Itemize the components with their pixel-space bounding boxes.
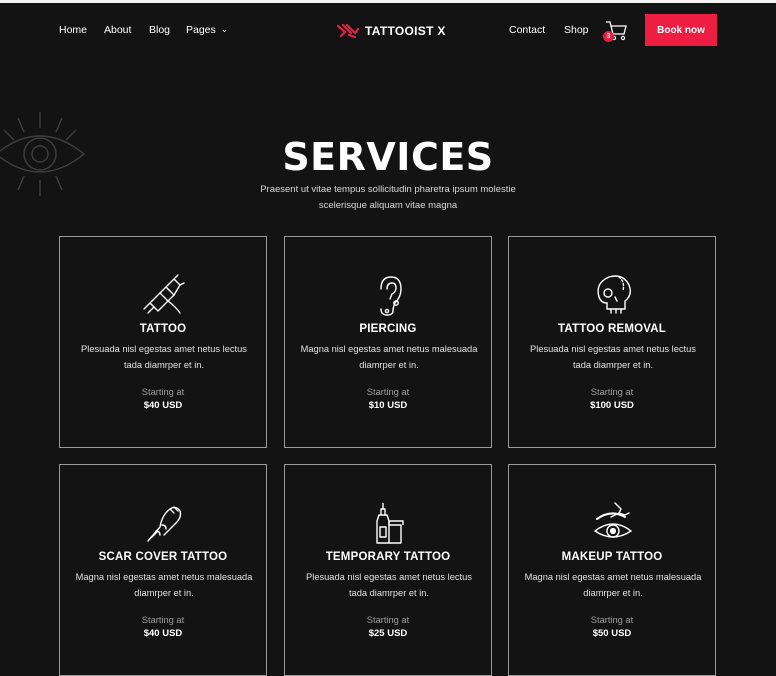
nav-pages-label: Pages: [186, 24, 216, 36]
eyebrow-eye-icon: [593, 502, 633, 538]
price-label: Starting at: [366, 387, 410, 397]
service-description: Magna nisl egestas amet netus malesuada …: [75, 572, 253, 598]
service-description: Plesuada nisl egestas amet netus lectus …: [306, 572, 472, 598]
brand-logo[interactable]: TATTOOIST X: [337, 23, 446, 39]
nav-shop-link[interactable]: Shop: [564, 24, 589, 36]
service-card-scar-cover-tattoo[interactable]: SCAR COVER TATTOO Magna nisl egestas ame…: [59, 464, 267, 676]
service-description: Plesuada nisl egestas amet netus lectus …: [81, 344, 247, 370]
service-name: SCAR COVER TATTOO: [98, 551, 228, 563]
tattoo-machine-icon: [143, 274, 185, 314]
ear-piercing-icon: [380, 276, 402, 316]
nav-contact-link[interactable]: Contact: [509, 24, 545, 36]
cart-count-badge: 3: [603, 31, 614, 42]
service-price: $10 USD: [368, 400, 408, 411]
service-price: $40 USD: [143, 400, 183, 411]
tattoo-logo-icon: [337, 23, 359, 39]
nav-home-link[interactable]: Home: [59, 24, 87, 36]
service-card-temporary-tattoo[interactable]: TEMPORARY TATTOO Plesuada nisl egestas a…: [284, 464, 492, 676]
page-subtitle: Praesent ut vitae tempus sollicitudin ph…: [260, 184, 516, 211]
brand-name: TATTOOIST X: [365, 24, 446, 38]
skull-icon: [597, 275, 632, 314]
price-label: Starting at: [366, 615, 410, 625]
service-price: $40 USD: [143, 628, 183, 639]
page-title: SERVICES: [282, 135, 494, 179]
service-description: Plesuada nisl egestas amet netus lectus …: [530, 344, 696, 370]
service-name: TATTOO: [139, 323, 187, 335]
service-name: PIERCING: [359, 323, 417, 335]
tattooed-arm-icon: [147, 506, 182, 542]
navbar: Home About Blog Pages ⌄ TATTOOIST X Conta…: [0, 14, 776, 48]
price-label: Starting at: [590, 387, 634, 397]
nav-blog-link[interactable]: Blog: [149, 24, 170, 36]
price-label: Starting at: [141, 387, 185, 397]
service-price: $25 USD: [368, 628, 408, 639]
chevron-down-icon: ⌄: [220, 24, 229, 34]
price-label: Starting at: [590, 615, 634, 625]
service-name: TATTOO REMOVAL: [558, 323, 666, 335]
service-card-piercing[interactable]: PIERCING Magna nisl egestas amet netus m…: [284, 236, 492, 448]
service-price: $100 USD: [590, 400, 634, 411]
ink-bottle-icon: [376, 503, 404, 544]
top-strip: [0, 0, 776, 3]
service-card-makeup-tattoo[interactable]: MAKEUP TATTOO Magna nisl egestas amet ne…: [508, 464, 716, 676]
price-label: Starting at: [141, 615, 185, 625]
cart-button[interactable]: 3: [603, 20, 628, 42]
service-price: $50 USD: [592, 628, 632, 639]
nav-about-link[interactable]: About: [104, 24, 131, 36]
service-name: MAKEUP TATTOO: [561, 551, 663, 563]
nav-pages-dropdown[interactable]: Pages ⌄: [186, 24, 228, 36]
service-description: Magna nisl egestas amet netus malesuada …: [524, 572, 702, 598]
service-name: TEMPORARY TATTOO: [325, 551, 451, 563]
service-description: Magna nisl egestas amet netus malesuada …: [300, 344, 478, 370]
book-now-button[interactable]: Book now: [645, 14, 717, 46]
service-card-tattoo-removal[interactable]: TATTOO REMOVAL Plesuada nisl egestas ame…: [508, 236, 716, 448]
service-card-tattoo[interactable]: TATTOO Plesuada nisl egestas amet netus …: [59, 236, 267, 448]
